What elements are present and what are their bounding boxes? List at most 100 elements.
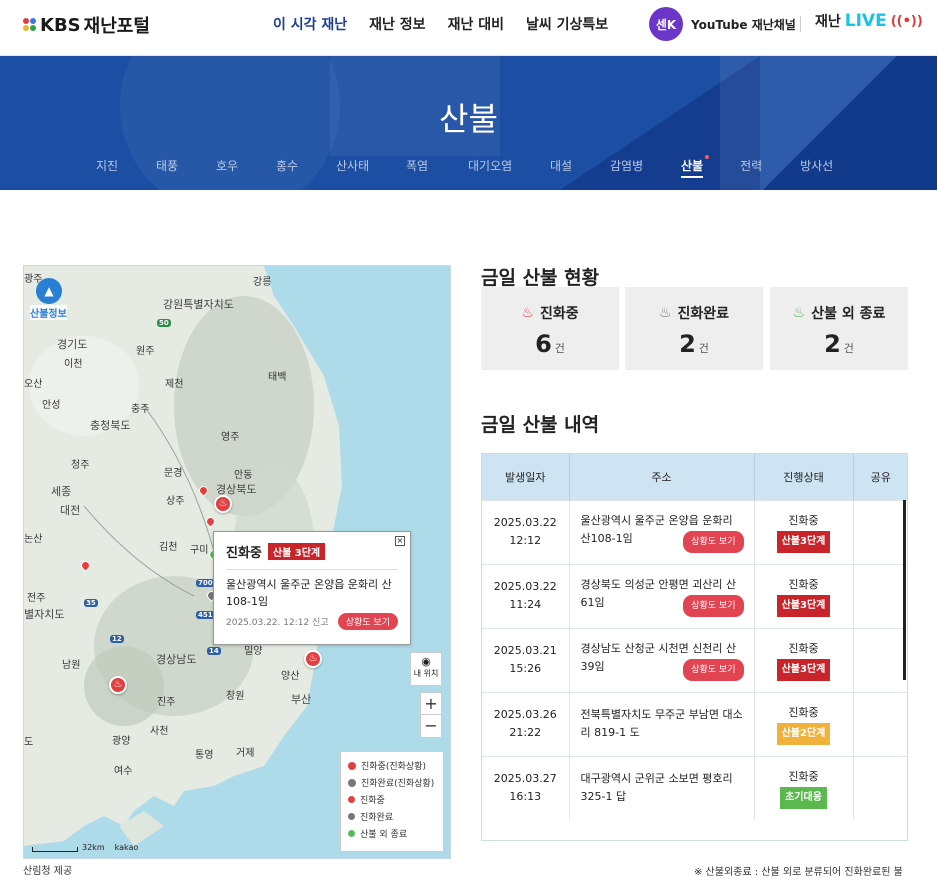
logo-kbs: KBS [40,14,81,36]
map-label: 창원 [226,691,245,702]
road-marker: 12 [110,635,124,643]
view-map-button[interactable]: 상황도 보기 [683,658,744,681]
stat-card-done: ♨ 진화완료 2건 [625,287,763,370]
flame-icon: ♨ [792,305,806,321]
view-map-button[interactable]: 상황도 보기 [683,594,744,617]
live-prefix: 재난 [815,14,841,30]
live-word: LIVE [844,11,887,31]
tab-earthquake[interactable]: 지진 [96,157,156,178]
map-label: 상주 [166,496,185,507]
map-label: 거제 [236,748,255,759]
tab-landslide[interactable]: 산사태 [336,157,406,178]
level-badge: 산불2단계 [776,723,831,745]
my-location-button[interactable]: ◉ 내 위치 [410,652,442,686]
table-row[interactable]: 2025.03.21 15:26 경상남도 산청군 시천면 신천리 산39임 상황… [482,627,907,692]
share-cell[interactable] [853,691,907,756]
share-cell[interactable] [853,563,907,628]
zoom-out-button[interactable]: − [421,715,441,737]
nav-disaster-info[interactable]: 재난 정보 [369,14,425,34]
legend-item: 진화중 [348,791,436,808]
legend-fire-icon [348,761,356,770]
map-label: 남원 [62,660,81,671]
map-label: 별자치도 [24,608,65,621]
legend-dot-icon [348,796,355,803]
kakao-logo: kakao [114,843,139,852]
share-cell[interactable] [853,627,907,692]
table-row[interactable]: 2025.03.27 16:13 대구광역시 군위군 소보면 평호리 325-1 … [482,755,907,820]
nav-weather-alert[interactable]: 날씨 기상특보 [526,14,608,34]
youtube-avatar: 센K [649,7,683,41]
zoom-in-button[interactable]: + [421,693,441,715]
share-cell[interactable] [853,755,907,820]
map-label: 김천 [159,542,178,553]
logo-text: 재난포털 [83,16,150,37]
road-marker: 700 [196,579,215,587]
popup-view-button[interactable]: 상황도 보기 [337,613,398,630]
kbs-logo-mark-icon [23,18,37,32]
history-table[interactable]: 발생일자 주소 진행상태 공유 2025.03.22 12:12 울산광역시 울주… [481,453,908,841]
map-label: 충주 [131,404,150,415]
table-row[interactable]: 2025.03.26 21:22 전북특별자치도 무주군 부남면 대소리 819-… [482,691,907,756]
popup-level-badge: 산불 3단계 [267,543,326,560]
wildfire-map[interactable]: ▲ 산불정보 강원특별자치도 경기도 충청북도 경상북도 경상남도 별자치도 세… [23,265,451,859]
map-label: 이천 [64,359,83,370]
tab-radiation[interactable]: 방사선 [800,157,833,178]
tab-flood[interactable]: 홍수 [276,157,336,178]
popup-footer: 2025.03.22. 12:12 신고 상황도 보기 [226,613,398,630]
map-label: 세종 [51,485,72,498]
map-label: 제천 [165,379,184,390]
tab-wildfire[interactable]: 산불 [681,155,710,178]
legend-dot-icon [348,830,355,837]
road-marker: 14 [207,647,221,655]
map-source: 산림청 제공 [23,866,73,877]
tab-heavy-snow[interactable]: 대설 [550,157,610,178]
header-divider [800,16,801,32]
map-label: 태백 [268,372,287,383]
map-label: 통영 [195,750,214,761]
level-badge: 산불3단계 [776,531,831,553]
table-scrollbar[interactable] [903,500,906,680]
nav-live-disaster[interactable]: 이 시각 재난 [273,14,347,34]
col-share: 공유 [853,454,907,500]
fire-active-marker[interactable]: ♨ [109,676,127,694]
tab-air-pollution[interactable]: 대기오염 [468,157,550,178]
col-date: 발생일자 [482,454,570,500]
popup-close-icon[interactable]: × [395,536,405,546]
disaster-tabs: 지진 태풍 호우 홍수 산사태 폭염 대기오염 대설 감염병 산불 전력 방사선 [96,155,833,178]
legend-item: 진화완료(진화상황) [348,774,436,791]
fire-active-marker[interactable]: ♨ [214,495,232,513]
map-label: 청주 [71,460,90,471]
map-label: 도 [24,737,34,748]
scale-label: 32km [82,843,105,852]
stat-count: 6 [535,330,552,358]
tab-heatwave[interactable]: 폭염 [406,157,468,178]
map-label: 영주 [221,432,240,443]
map-service-title: 산불정보 [30,305,67,320]
table-row[interactable]: 2025.03.22 11:24 경상북도 의성군 안평면 괴산리 산61임 상황… [482,563,907,628]
top-header: KBS 재난포털 이 시각 재난 재난 정보 재난 대비 날씨 기상특보 센K … [0,0,937,56]
map-label: 경기도 [57,338,88,351]
table-row[interactable]: 2025.03.22 12:12 울산광역시 울주군 온양읍 운화리 산108-1… [482,499,907,564]
tab-typhoon[interactable]: 태풍 [156,157,216,178]
tab-epidemic[interactable]: 감염병 [610,157,681,178]
fire-active-marker[interactable]: ♨ [304,650,322,668]
nav-disaster-prep[interactable]: 재난 대비 [448,14,504,34]
kbs-logo[interactable]: KBS 재난포털 [23,12,150,38]
map-label: 논산 [24,534,43,545]
stat-card-active: ♨ 진화중 6건 [481,287,619,370]
tab-heavy-rain[interactable]: 호우 [216,157,276,178]
share-cell[interactable] [853,499,907,564]
col-address: 주소 [569,454,755,500]
view-map-button[interactable]: 상황도 보기 [683,530,744,553]
level-badge: 산불3단계 [776,595,831,617]
popup-title: 진화중 산불 3단계 [226,542,398,561]
map-label: 경상남도 [156,653,197,666]
stat-card-other: ♨ 산불 외 종료 2건 [770,287,908,370]
road-marker: 50 [157,319,171,327]
youtube-label: YouTube 재난채널 [691,17,796,32]
disaster-live-link[interactable]: 재난 LIVE ((•)) [815,11,923,31]
map-label: 강릉 [253,277,272,288]
tab-power[interactable]: 전력 [740,157,800,178]
page-title: 산불 [439,100,498,138]
youtube-channel-link[interactable]: 센K YouTube 재난채널 [649,7,796,41]
